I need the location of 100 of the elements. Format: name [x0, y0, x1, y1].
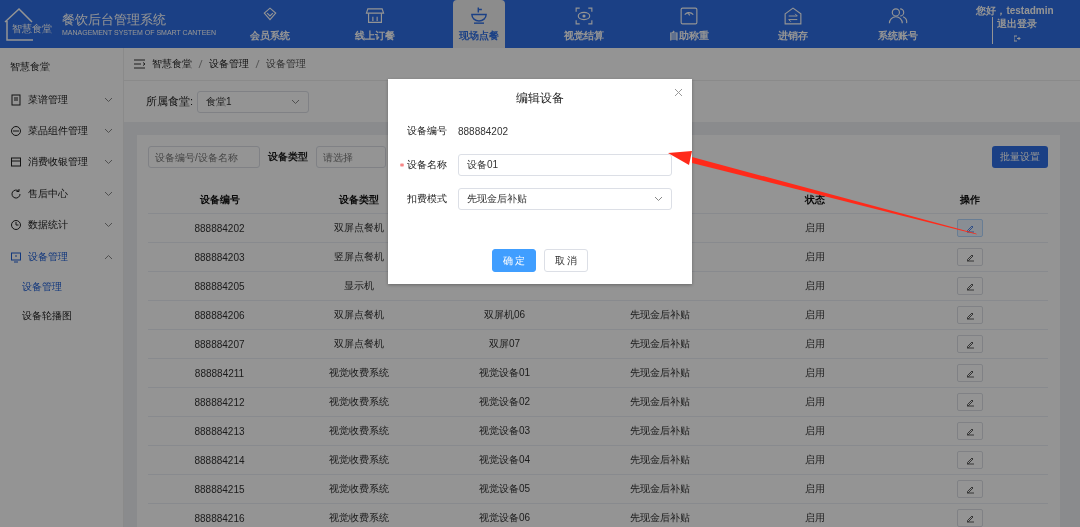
nav-tab[interactable]: 现场点餐: [453, 0, 506, 48]
nav-tab[interactable]: 进销存: [767, 0, 820, 48]
nav-icon: [783, 5, 804, 26]
logout-link[interactable]: 退出登录: [992, 17, 1038, 45]
table-cell: 先现金后补贴: [629, 424, 690, 438]
pencil-icon: [965, 455, 975, 465]
edit-button[interactable]: [957, 219, 984, 237]
nav-tab[interactable]: 系统账号: [871, 0, 924, 48]
logout-icon: [1013, 34, 1021, 42]
sidebar-item[interactable]: 菜谱管理: [0, 84, 123, 116]
pencil-icon: [965, 223, 975, 233]
canteen-select[interactable]: 食堂1: [197, 90, 310, 113]
table-cell: 888884214: [194, 454, 245, 466]
sidebar-subitem[interactable]: 设备轮播图: [0, 301, 123, 331]
pencil-icon: [965, 426, 975, 436]
table-cell: 启用: [805, 453, 826, 467]
nav-tab[interactable]: 自助称重: [662, 0, 715, 48]
table-cell: 双屏点餐机: [334, 308, 384, 322]
table-cell: 888884202: [194, 222, 245, 234]
table-cell: 启用: [805, 250, 826, 264]
field-label: 设备名称: [407, 158, 448, 172]
nav-tab[interactable]: 会员系统: [244, 0, 297, 48]
edit-button[interactable]: [957, 277, 984, 295]
table-cell: 视觉设备01: [479, 366, 531, 380]
edit-button[interactable]: [957, 451, 984, 469]
edit-button[interactable]: [957, 364, 984, 382]
breadcrumb-item[interactable]: 智慧食堂: [152, 57, 192, 71]
table-cell: 先现金后补贴: [629, 453, 690, 467]
sidebar-item[interactable]: 消费收银管理: [0, 146, 123, 179]
table-cell: 先现金后补贴: [629, 511, 690, 525]
separator-icon: [198, 60, 203, 68]
chevron-icon: [104, 190, 113, 197]
sidebar-item[interactable]: 菜品组件管理: [0, 115, 123, 147]
nav-icon: [364, 5, 385, 26]
edit-button[interactable]: [957, 509, 984, 527]
chevron-icon: [104, 159, 113, 166]
batch-settings-button[interactable]: 批量设置: [992, 146, 1048, 168]
table-cell: 双屏07: [489, 337, 521, 351]
logo: 智慧食堂: [3, 6, 57, 42]
nav-tab[interactable]: 视觉结算: [557, 0, 610, 48]
table-cell: 双屏点餐机: [334, 221, 384, 235]
edit-button[interactable]: [957, 306, 984, 324]
cancel-button[interactable]: 取 消: [544, 249, 588, 272]
pencil-icon: [965, 484, 975, 494]
table-cell: 启用: [805, 511, 826, 525]
table-cell: 888884206: [194, 309, 245, 321]
chevron-icon: [104, 128, 113, 135]
table-cell: 双屏点餐机: [334, 337, 384, 351]
chevron-icon: [654, 196, 663, 202]
table-cell: 启用: [805, 279, 826, 293]
search-field[interactable]: 设备编号/设备名称: [148, 146, 260, 168]
mode-select[interactable]: 先现金后补贴: [458, 188, 672, 210]
column-header: 状态: [805, 193, 826, 207]
menu-icon[interactable]: [134, 59, 146, 69]
chevron-icon: [104, 253, 113, 260]
edit-button[interactable]: [957, 480, 984, 498]
sidebar-item[interactable]: 数据统计: [0, 209, 123, 241]
nav-tab[interactable]: 线上订餐: [348, 0, 401, 48]
table-cell: 先现金后补贴: [629, 366, 690, 380]
edit-button[interactable]: [957, 393, 984, 411]
dialog-title: 编辑设备: [516, 89, 564, 107]
nav-icon: [469, 5, 490, 26]
breadcrumb-item[interactable]: 设备管理: [209, 57, 249, 71]
sidebar-subitem[interactable]: 设备管理: [0, 272, 123, 302]
table-cell: 888884212: [194, 396, 245, 408]
table-cell: 888884205: [194, 280, 245, 292]
nav-icon: [678, 5, 699, 26]
required-mark-icon: [400, 163, 404, 167]
sidebar-item[interactable]: 设备管理: [0, 240, 123, 273]
type-select[interactable]: 请选择: [316, 146, 386, 168]
pencil-icon: [965, 252, 975, 262]
table-cell: 视觉收费系统: [329, 424, 389, 438]
table-cell: 视觉设备06: [479, 511, 531, 525]
app-title: 餐饮后台管理系统: [62, 12, 167, 29]
close-icon[interactable]: [675, 89, 682, 96]
menu-item-icon: [10, 187, 22, 200]
chevron-icon: [291, 98, 301, 105]
table-cell: 视觉收费系统: [329, 366, 389, 380]
greeting-text: 您好，testadmin: [976, 3, 1054, 18]
table-cell: 888884203: [194, 251, 245, 263]
table-cell: 启用: [805, 337, 826, 351]
menu-item-icon: [10, 93, 22, 106]
table-cell: 888884213: [194, 425, 245, 437]
menu-item-icon: [10, 219, 22, 232]
edit-button[interactable]: [957, 422, 984, 440]
table-cell: 视觉设备05: [479, 482, 531, 496]
table-cell: 启用: [805, 424, 826, 438]
edit-button[interactable]: [957, 248, 984, 266]
table-cell: 视觉设备02: [479, 395, 531, 409]
column-header: 设备编号: [199, 193, 240, 207]
field-label: 设备编号: [407, 124, 448, 138]
sidebar-item[interactable]: 售后中心: [0, 178, 123, 210]
chevron-icon: [104, 222, 113, 229]
edit-button[interactable]: [957, 335, 984, 353]
table-cell: 视觉设备03: [479, 424, 531, 438]
name-input[interactable]: 设备01: [458, 154, 672, 176]
separator-icon: [255, 60, 260, 68]
table-cell: 启用: [805, 221, 826, 235]
table-cell: 双屏机06: [484, 308, 526, 322]
field-label: 扣费模式: [407, 192, 448, 206]
